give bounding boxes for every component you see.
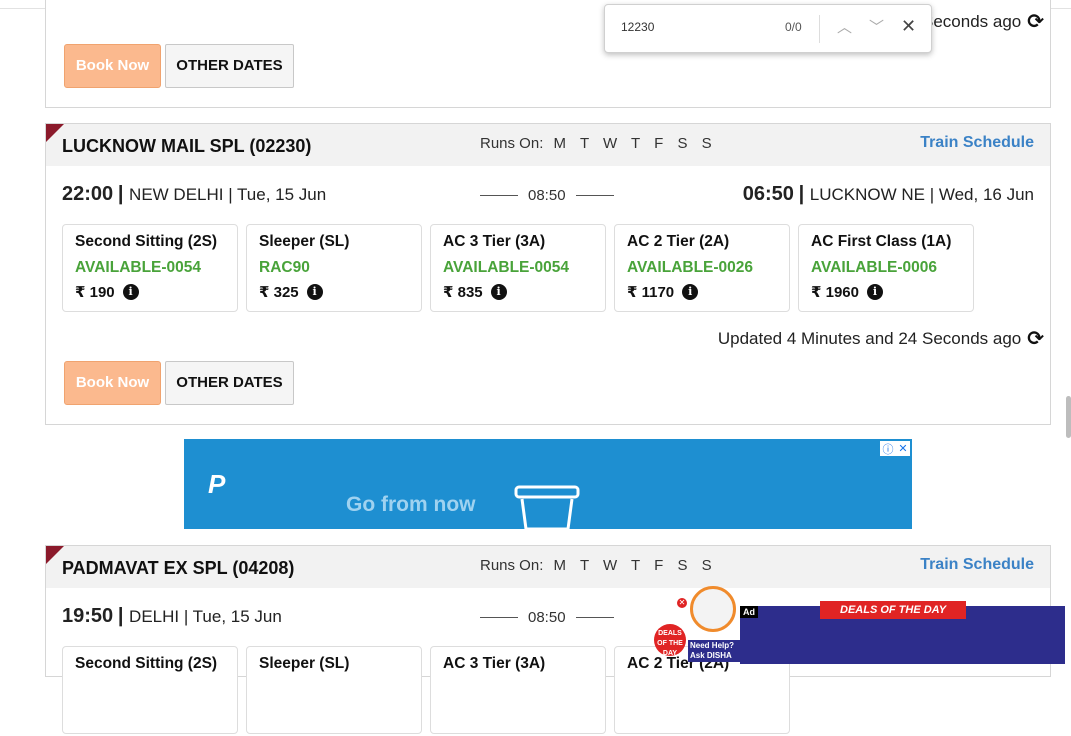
- fare: ₹ 835 i: [443, 283, 593, 301]
- info-icon[interactable]: i: [490, 284, 507, 300]
- close-icon[interactable]: ✕: [901, 16, 916, 37]
- info-icon[interactable]: i: [122, 284, 139, 300]
- class-name: Sleeper (SL): [259, 655, 350, 672]
- class-name: Sleeper (SL): [259, 233, 350, 250]
- class-name: AC 3 Tier (3A): [443, 655, 546, 672]
- class-name: Second Sitting (2S): [75, 233, 218, 250]
- train-card-header: PADMAVAT EX SPL (04208) Runs On: M T W T…: [46, 546, 1050, 588]
- duration: 08:50: [480, 187, 614, 204]
- duration-value: 08:50: [528, 609, 566, 626]
- book-now-button[interactable]: Book Now: [64, 361, 161, 405]
- find-input[interactable]: 12230: [621, 20, 654, 34]
- ad-tagline: Go from now: [346, 493, 476, 516]
- fare: ₹ 1960 i: [811, 283, 961, 301]
- ad-close-icon[interactable]: ✕: [898, 442, 907, 455]
- deals-banner: DEALS OF THE DAY: [820, 601, 967, 619]
- runs-on: Runs On: M T W T F S S: [480, 557, 717, 574]
- ad-illustration: [514, 485, 580, 529]
- fare-value: ₹ 1960: [811, 284, 859, 301]
- fare-value: ₹ 190: [75, 284, 115, 301]
- disha-chat-widget[interactable]: DEALS OF THE DAY ✕ Need Help? Ask DISHA: [650, 586, 740, 664]
- info-icon[interactable]: i: [866, 284, 883, 300]
- class-card-2s[interactable]: Second Sitting (2S) AVAILABLE-0054 ₹ 190…: [62, 224, 238, 312]
- availability: AVAILABLE-0054: [443, 259, 570, 276]
- class-card-sl[interactable]: Sleeper (SL) RAC90 ₹ 325 i: [246, 224, 422, 312]
- updated-status: Updated 4 Minutes and 24 Seconds ago ⟳: [718, 326, 1044, 351]
- info-icon[interactable]: i: [682, 284, 699, 300]
- departure-time: 22:00: [62, 183, 114, 205]
- paypal-logo-icon: P: [208, 469, 226, 499]
- fare: ₹ 325 i: [259, 283, 409, 301]
- scrollbar-thumb[interactable]: [1066, 396, 1071, 438]
- class-card-2a[interactable]: AC 2 Tier (2A) AVAILABLE-0026 ₹ 1170 i: [614, 224, 790, 312]
- info-icon[interactable]: i: [306, 284, 323, 300]
- promo-ad[interactable]: Ad DEALS OF THE DAY: [740, 601, 1065, 664]
- train-name: PADMAVAT EX SPL (04208): [62, 558, 295, 578]
- ad-close-controls[interactable]: ⓘ ✕: [880, 441, 910, 456]
- departure-info: NEW DELHI | Tue, 15 Jun: [129, 185, 327, 204]
- refresh-icon[interactable]: ⟳: [1027, 9, 1044, 34]
- availability: RAC90: [259, 259, 310, 276]
- runs-on-days: M T W T F S S: [553, 557, 717, 574]
- runs-on-days: M T W T F S S: [553, 135, 717, 152]
- departure-time: 19:50: [62, 605, 114, 627]
- runs-on-label: Runs On:: [480, 135, 544, 152]
- class-card-2s[interactable]: Second Sitting (2S): [62, 646, 238, 734]
- disha-avatar[interactable]: [690, 586, 736, 632]
- fare-value: ₹ 325: [259, 284, 299, 301]
- availability: AVAILABLE-0054: [75, 259, 202, 276]
- class-card-sl[interactable]: Sleeper (SL): [246, 646, 422, 734]
- duration-value: 08:50: [528, 187, 566, 204]
- duration: 08:50: [480, 609, 614, 626]
- class-card-1a[interactable]: AC First Class (1A) AVAILABLE-0006 ₹ 196…: [798, 224, 974, 312]
- departure-info: DELHI | Tue, 15 Jun: [129, 607, 282, 626]
- train-card-header: LUCKNOW MAIL SPL (02230) Runs On: M T W …: [46, 124, 1050, 166]
- availability: AVAILABLE-0026: [627, 259, 754, 276]
- arrival-info: LUCKNOW NE | Wed, 16 Jun: [809, 185, 1034, 204]
- class-name: Second Sitting (2S): [75, 655, 218, 672]
- train-schedule-link[interactable]: Train Schedule: [920, 556, 1034, 574]
- class-card-3a[interactable]: AC 3 Tier (3A): [430, 646, 606, 734]
- fare-value: ₹ 835: [443, 284, 483, 301]
- ad-info-icon[interactable]: ⓘ: [882, 441, 893, 457]
- other-dates-button[interactable]: OTHER DATES: [165, 44, 294, 88]
- timing-row: 22:00 | NEW DELHI | Tue, 15 Jun 08:50 06…: [46, 166, 1050, 224]
- class-name: AC 3 Tier (3A): [443, 233, 546, 250]
- book-now-button[interactable]: Book Now: [64, 44, 161, 88]
- fare: ₹ 1170 i: [627, 283, 777, 301]
- find-bar: 12230 0/0 ︿ ﹀ ✕: [604, 4, 932, 53]
- find-separator: [819, 15, 820, 43]
- arrival: 06:50 | LUCKNOW NE | Wed, 16 Jun: [742, 183, 1034, 205]
- fare-value: ₹ 1170: [627, 284, 675, 301]
- chevron-down-icon[interactable]: ﹀: [869, 16, 884, 37]
- train-card-lucknow-mail: LUCKNOW MAIL SPL (02230) Runs On: M T W …: [45, 123, 1051, 425]
- runs-on: Runs On: M T W T F S S: [480, 135, 717, 152]
- departure: 22:00 | NEW DELHI | Tue, 15 Jun: [62, 183, 327, 205]
- train-schedule-link[interactable]: Train Schedule: [920, 134, 1034, 152]
- ad-banner[interactable]: P Go from now ⓘ ✕: [184, 439, 912, 529]
- fare: ₹ 190 i: [75, 283, 225, 301]
- departure: 19:50 | DELHI | Tue, 15 Jun: [62, 605, 282, 627]
- help-text[interactable]: Need Help? Ask DISHA: [688, 640, 740, 662]
- train-name: LUCKNOW MAIL SPL (02230): [62, 136, 312, 156]
- ad-label: Ad: [740, 606, 758, 618]
- runs-on-label: Runs On:: [480, 557, 544, 574]
- refresh-icon[interactable]: ⟳: [1027, 326, 1044, 351]
- updated-text: Updated 4 Minutes and 24 Seconds ago: [717, 328, 1022, 348]
- class-name: AC 2 Tier (2A): [627, 233, 730, 250]
- class-name: AC First Class (1A): [811, 233, 952, 250]
- availability: AVAILABLE-0006: [811, 259, 938, 276]
- class-list: Second Sitting (2S) AVAILABLE-0054 ₹ 190…: [46, 224, 1050, 314]
- chevron-up-icon[interactable]: ︿: [837, 16, 852, 37]
- other-dates-button[interactable]: OTHER DATES: [165, 361, 294, 405]
- find-match-count: 0/0: [785, 20, 802, 34]
- class-card-3a[interactable]: AC 3 Tier (3A) AVAILABLE-0054 ₹ 835 i: [430, 224, 606, 312]
- arrival-time: 06:50: [742, 183, 794, 205]
- deals-badge[interactable]: DEALS OF THE DAY: [654, 624, 686, 657]
- close-icon[interactable]: ✕: [677, 598, 687, 608]
